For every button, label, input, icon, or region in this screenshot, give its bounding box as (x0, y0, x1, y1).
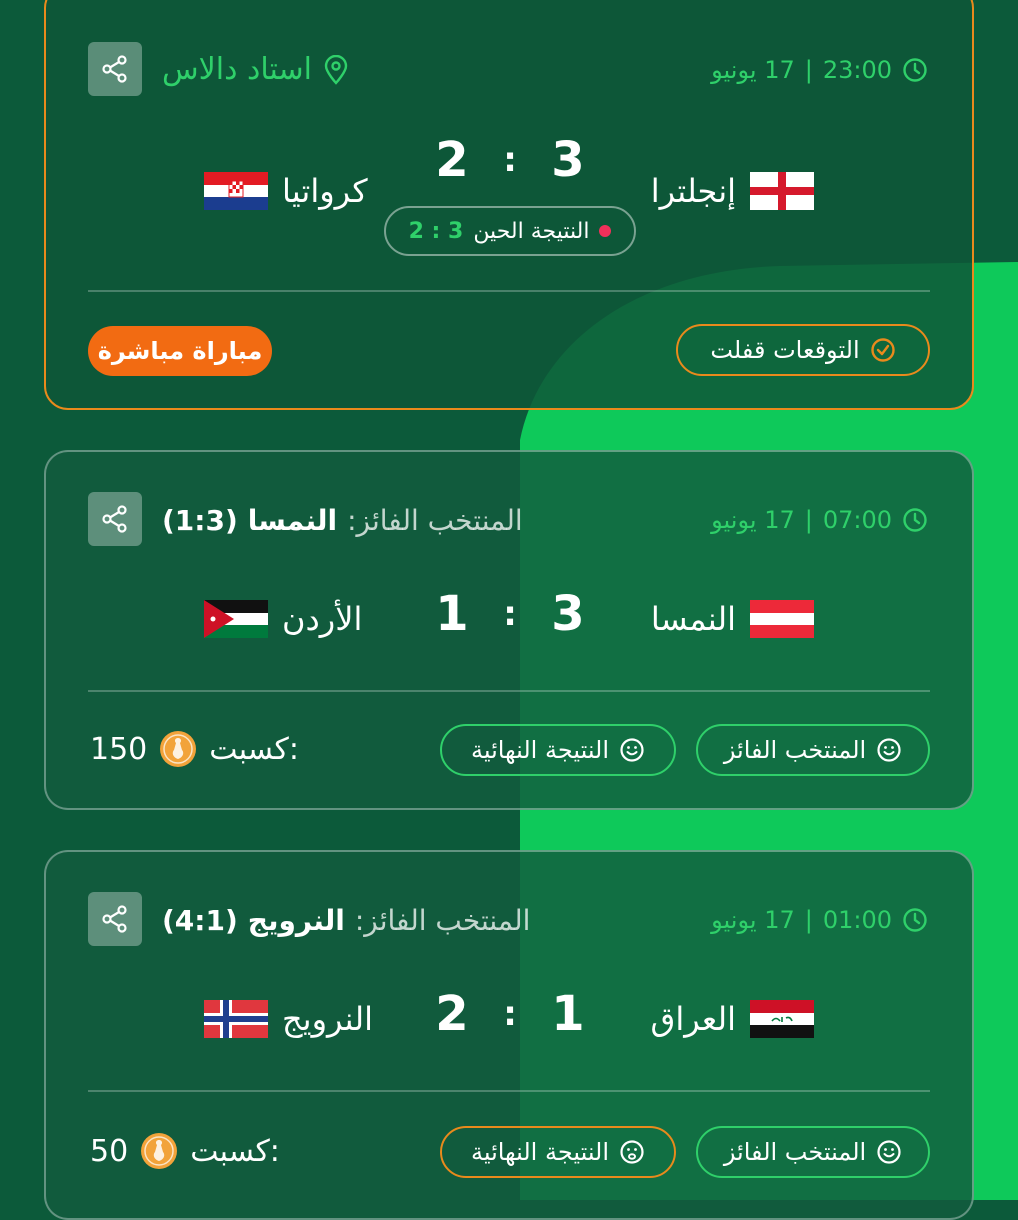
match-time: 17 يونيو | 07:00 (711, 506, 928, 534)
smile-icon (620, 738, 644, 762)
pick-winner-label: المنتخب الفائز (723, 736, 867, 764)
predictions-locked-button[interactable]: التوقعات قفلت (676, 324, 930, 376)
earned-value: 150 (90, 731, 148, 767)
away-team: كرواتيا (204, 172, 368, 210)
sad-face-icon (620, 1140, 644, 1164)
score-separator: : (503, 594, 517, 634)
match-time: 17 يونيو | 01:00 (711, 906, 928, 934)
separator: | (804, 906, 813, 934)
live-match-label: مباراة مباشرة (97, 337, 263, 365)
match-clock: 01:00 (822, 906, 892, 934)
share-icon (102, 905, 127, 933)
match-date: 17 يونيو (711, 56, 795, 84)
away-score: 2 (435, 986, 469, 1042)
home-team: العراق (651, 1000, 814, 1038)
home-score: 1 (551, 986, 585, 1042)
predictions-locked-label: التوقعات قفلت (710, 336, 860, 364)
earned-label: كسبت: (190, 1133, 280, 1169)
divider (88, 1090, 930, 1092)
winner-score: (4:1) (162, 904, 238, 937)
match-time: 17 يونيو | 23:00 (711, 56, 928, 84)
pick-result-button[interactable]: النتيجة النهائية (440, 1126, 676, 1178)
earned-label: كسبت: (209, 731, 299, 767)
location-pin-icon (324, 54, 348, 85)
away-team: الأردن (204, 600, 362, 638)
winner-team: النمسا (247, 504, 338, 537)
divider (88, 690, 930, 692)
away-team: النرويج (204, 1000, 373, 1038)
pick-result-button[interactable]: النتيجة النهائية (440, 724, 676, 776)
clock-icon (903, 908, 927, 932)
home-team-name: إنجلترا (650, 172, 736, 210)
winner-label: المنتخب الفائز: (347, 504, 523, 537)
pick-winner-label: المنتخب الفائز (723, 1138, 867, 1166)
home-team: إنجلترا (651, 172, 814, 210)
earned-value: 50 (90, 1133, 129, 1169)
croatia-flag (204, 172, 268, 210)
winner-label: المنتخب الفائز: (354, 904, 531, 937)
live-dot-icon (599, 225, 612, 237)
share-button[interactable] (88, 492, 142, 546)
check-circle-icon (870, 338, 895, 362)
live-label: النتيجة الحين (473, 218, 590, 244)
winner-team: النرويج (247, 904, 345, 937)
score-separator: : (503, 994, 517, 1034)
jordan-flag (204, 600, 268, 638)
winner-summary: المنتخب الفائز: النرويج (4:1) (162, 904, 530, 937)
norway-flag (204, 1000, 268, 1038)
divider (88, 290, 930, 292)
share-icon (102, 55, 127, 83)
away-team-name: النرويج (282, 1000, 373, 1038)
separator: | (804, 506, 813, 534)
away-score: 1 (435, 586, 469, 642)
away-team-name: الأردن (282, 600, 363, 638)
match-card[interactable]: المنتخب الفائز: النمسا (1:3) 17 يونيو | … (44, 450, 974, 810)
home-team: النمسا (651, 600, 814, 638)
score-separator: : (503, 140, 517, 180)
pick-result-label: النتيجة النهائية (470, 736, 610, 764)
earned-points: 50 كسبت: (90, 1132, 280, 1170)
share-icon (102, 505, 127, 533)
away-score: 2 (435, 132, 469, 188)
smile-icon (877, 1140, 901, 1164)
home-team-name: النمسا (650, 600, 736, 638)
iraq-flag (750, 1000, 814, 1038)
pick-winner-button[interactable]: المنتخب الفائز (696, 724, 930, 776)
pick-result-label: النتيجة النهائية (470, 1138, 610, 1166)
home-score: 3 (551, 586, 585, 642)
pick-winner-button[interactable]: المنتخب الفائز (696, 1126, 930, 1178)
share-button[interactable] (88, 42, 142, 96)
earned-points: 150 كسبت: (90, 730, 299, 768)
match-clock: 07:00 (822, 506, 892, 534)
winner-score: (1:3) (162, 504, 238, 537)
share-button[interactable] (88, 892, 142, 946)
clock-icon (903, 508, 927, 532)
home-score: 3 (551, 132, 585, 188)
clock-icon (903, 58, 927, 82)
venue: استاد دالاس (162, 52, 350, 87)
live-score-pill: النتيجة الحين 2 : 3 (384, 206, 636, 256)
away-team-name: كرواتيا (282, 172, 368, 210)
smile-icon (877, 738, 901, 762)
home-team-name: العراق (650, 1000, 736, 1038)
venue-name: استاد دالاس (162, 52, 312, 87)
match-date: 17 يونيو (711, 506, 795, 534)
match-card-live[interactable]: استاد دالاس 17 يونيو | 23:00 إنجلترا 3 :… (44, 0, 974, 410)
coin-icon (160, 731, 197, 767)
live-match-button[interactable]: مباراة مباشرة (88, 326, 272, 376)
winner-summary: المنتخب الفائز: النمسا (1:3) (162, 504, 523, 537)
match-clock: 23:00 (822, 56, 892, 84)
match-date: 17 يونيو (711, 906, 795, 934)
england-flag (750, 172, 814, 210)
separator: | (804, 56, 813, 84)
match-card[interactable]: المنتخب الفائز: النرويج (4:1) 17 يونيو |… (44, 850, 974, 1220)
austria-flag (750, 600, 814, 638)
live-score: 2 : 3 (408, 218, 464, 244)
coin-icon (141, 1133, 178, 1169)
